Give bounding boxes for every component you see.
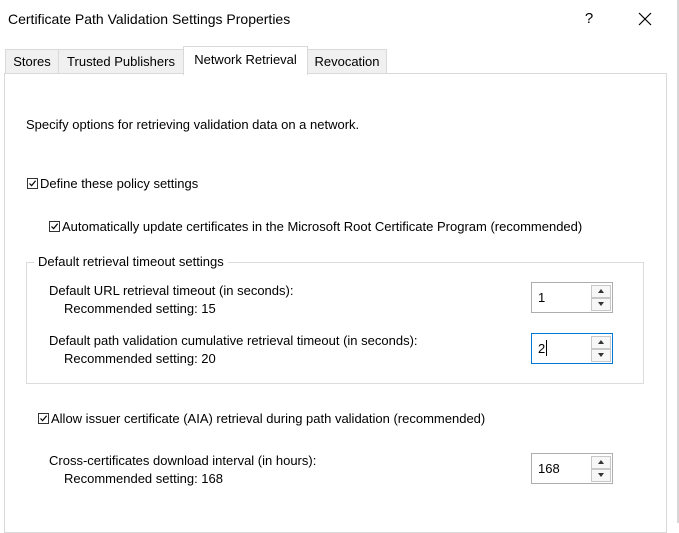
url-timeout-down-button[interactable]	[591, 298, 611, 311]
cross-cert-spinbox[interactable]: 168	[531, 453, 613, 484]
path-timeout-label: Default path validation cumulative retri…	[49, 333, 418, 348]
intro-text: Specify options for retrieving validatio…	[26, 117, 360, 132]
close-button[interactable]	[630, 3, 660, 35]
tab-trusted-publishers[interactable]: Trusted Publishers	[58, 49, 184, 73]
aia-retrieval-checkbox[interactable]	[38, 413, 49, 424]
timeout-group-legend: Default retrieval timeout settings	[34, 254, 228, 269]
url-timeout-recommended: Recommended setting: 15	[64, 301, 216, 316]
cross-cert-label: Cross-certificates download interval (in…	[49, 453, 317, 468]
define-policy-checkbox[interactable]	[27, 178, 38, 189]
help-button[interactable]: ?	[576, 3, 602, 35]
url-timeout-up-button[interactable]	[591, 285, 611, 298]
path-timeout-down-button[interactable]	[591, 349, 611, 362]
close-icon	[638, 12, 652, 26]
tab-revocation[interactable]: Revocation	[307, 49, 387, 73]
url-timeout-spinbox[interactable]: 1	[531, 282, 613, 313]
path-timeout-spinbox[interactable]: 2	[531, 333, 613, 364]
arrow-up-icon	[598, 460, 604, 464]
window-title: Certificate Path Validation Settings Pro…	[8, 11, 291, 27]
checkmark-icon	[29, 180, 37, 187]
path-timeout-up-button[interactable]	[591, 336, 611, 349]
url-timeout-value[interactable]: 1	[538, 290, 545, 305]
checkmark-icon	[51, 223, 59, 230]
path-timeout-value[interactable]: 2	[538, 341, 545, 356]
arrow-up-icon	[598, 340, 604, 344]
url-timeout-label: Default URL retrieval timeout (in second…	[49, 283, 294, 298]
define-policy-label[interactable]: Define these policy settings	[40, 176, 198, 191]
arrow-down-icon	[598, 302, 604, 306]
cross-cert-recommended: Recommended setting: 168	[64, 471, 223, 486]
auto-update-label[interactable]: Automatically update certificates in the…	[62, 219, 582, 234]
tab-network-retrieval[interactable]: Network Retrieval	[183, 46, 308, 75]
tab-stores[interactable]: Stores	[5, 49, 59, 73]
title-bar: Certificate Path Validation Settings Pro…	[0, 0, 679, 38]
path-timeout-recommended: Recommended setting: 20	[64, 351, 216, 366]
arrow-up-icon	[598, 289, 604, 293]
cross-cert-value[interactable]: 168	[538, 461, 560, 476]
checkmark-icon	[40, 415, 48, 422]
arrow-down-icon	[598, 473, 604, 477]
cross-cert-down-button[interactable]	[591, 469, 611, 482]
aia-retrieval-label[interactable]: Allow issuer certificate (AIA) retrieval…	[51, 411, 485, 426]
auto-update-checkbox[interactable]	[49, 221, 60, 232]
text-caret	[546, 340, 547, 356]
arrow-down-icon	[598, 353, 604, 357]
cross-cert-up-button[interactable]	[591, 456, 611, 469]
